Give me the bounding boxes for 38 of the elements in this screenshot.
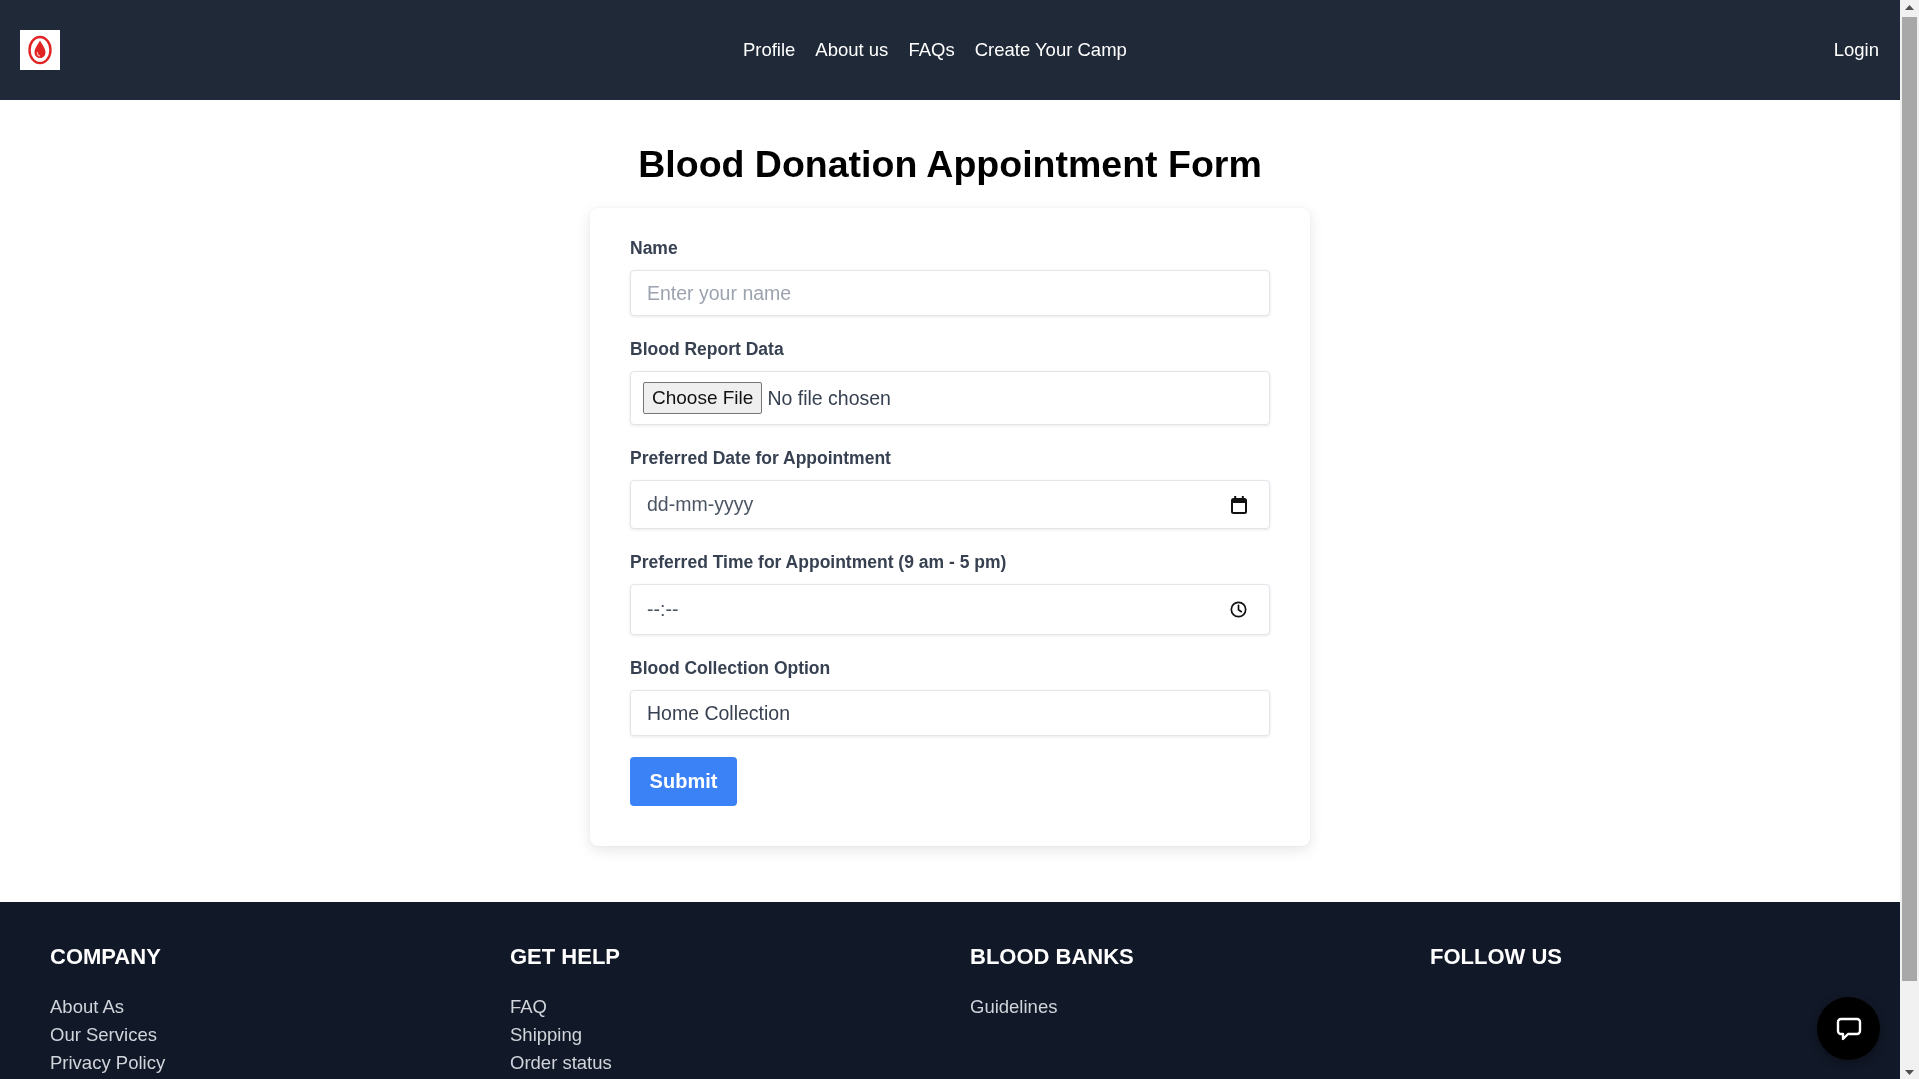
choose-file-button[interactable]: Choose File [643,382,763,414]
footer-link[interactable]: Our Services [50,1021,157,1049]
clock-icon[interactable] [1230,601,1247,618]
text-field[interactable]: Home Collection [630,690,1270,736]
blood-drop-icon[interactable] [20,30,60,70]
nav-link[interactable]: Create Your Camp [974,38,1127,62]
scrollbar[interactable] [1900,0,1919,1079]
submit-button[interactable]: Submit [630,757,737,806]
footer-heading: GET HELP [510,943,620,971]
text-field[interactable]: Enter your name [630,270,1270,316]
footer-link[interactable]: Privacy Policy [50,1049,166,1077]
calendar-icon[interactable] [1231,495,1247,514]
field-label: Preferred Time for Appointment (9 am - 5 pm) [630,551,1008,573]
footer-link[interactable]: FAQ [510,993,547,1021]
caret-up-icon[interactable] [1905,5,1914,10]
nav-link[interactable]: About us [815,38,889,62]
footer-heading: COMPANY [50,943,161,971]
field-label: Preferred Date for Appointment [630,447,892,469]
field-label: Name [630,237,679,259]
caret-down-icon[interactable] [1905,1070,1914,1075]
file-field[interactable]: Choose File No file chosen [630,371,1270,425]
footer-link[interactable]: About As [50,993,125,1021]
time-field[interactable]: --:-- [630,584,1270,635]
nav-link[interactable]: Profile [742,38,796,62]
footer-heading: FOLLOW US [1430,943,1562,971]
page-title: Blood Donation Appointment Form [638,142,1262,186]
footer-link[interactable]: Guidelines [970,993,1058,1021]
login-link[interactable]: Login [1833,38,1879,62]
footer-link[interactable]: Shipping [510,1021,582,1049]
footer-heading: BLOOD BANKS [970,943,1134,971]
footer-link[interactable]: Order status [510,1049,612,1077]
nav-link[interactable]: FAQs [908,38,955,62]
scrollbar-thumb[interactable] [1902,17,1917,981]
field-label: Blood Report Data [630,338,785,360]
field-label: Blood Collection Option [630,657,832,679]
speech-bubble-icon [1835,1016,1862,1041]
date-field[interactable]: dd-mm-yyyy [630,480,1270,529]
file-status-text: No file chosen [767,386,891,410]
